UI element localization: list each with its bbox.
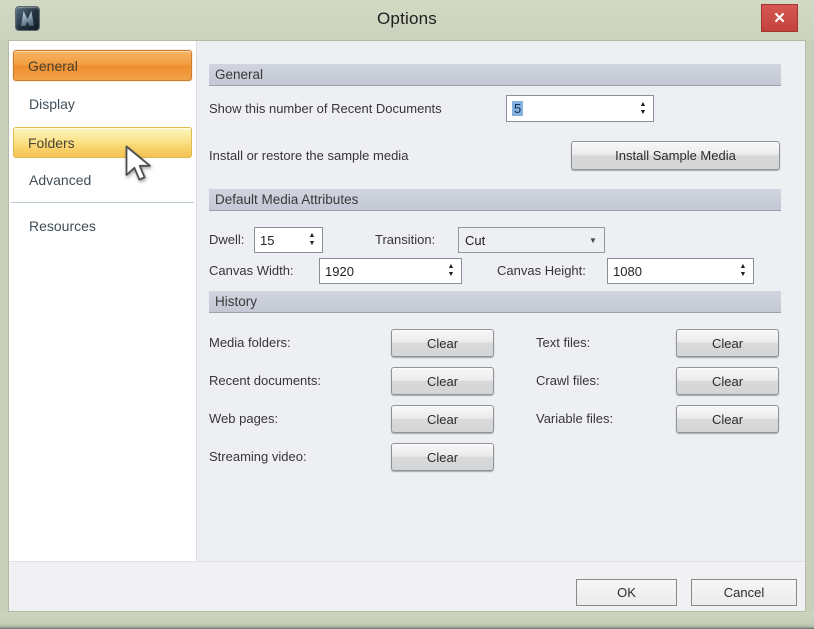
spinner-arrows: ▲ ▼ [633,101,653,117]
spinner-up-icon[interactable]: ▲ [309,232,316,240]
clear-media-folders-button[interactable]: Clear [391,329,494,357]
spinner-down-icon[interactable]: ▼ [640,109,647,117]
titlebar: Options ✕ [0,0,814,40]
section-header-label: Default Media Attributes [215,192,359,207]
canvas-width-spinner[interactable]: 1920 ▲ ▼ [319,258,462,284]
media-folders-label: Media folders: [209,335,291,350]
spinner-arrows: ▲ ▼ [733,263,753,279]
window-title: Options [377,9,437,28]
options-dialog: General Display Folders Advanced Resourc… [8,40,806,612]
clear-streaming-video-button[interactable]: Clear [391,443,494,471]
main-panel: General Show this number of Recent Docum… [197,41,805,561]
install-sample-media-button[interactable]: Install Sample Media [571,141,780,170]
close-icon: ✕ [773,10,786,27]
clear-recent-documents-button[interactable]: Clear [391,367,494,395]
spinner-arrows: ▲ ▼ [441,263,461,279]
dialog-footer: OK Cancel [9,561,805,611]
sidebar-item-label: Advanced [29,172,92,188]
dropdown-value: Cut [465,232,486,248]
sidebar-divider [11,202,194,203]
sidebar-item-label: Folders [28,134,75,151]
sidebar-item-display[interactable]: Display [13,89,192,119]
spinner-value: 1920 [325,263,354,279]
sidebar-item-label: Resources [29,218,96,234]
sidebar-item-label: Display [29,96,75,112]
section-header-history: History [209,291,781,313]
clear-web-pages-button[interactable]: Clear [391,405,494,433]
section-header-label: History [215,294,258,309]
text-files-label: Text files: [536,335,591,350]
spinner-value: 15 [260,232,275,248]
spinner-arrows: ▲ ▼ [302,232,322,248]
spinner-down-icon[interactable]: ▼ [448,271,455,279]
content-row: General Display Folders Advanced Resourc… [9,41,805,561]
spinner-value: 1080 [613,263,642,279]
dwell-spinner[interactable]: 15 ▲ ▼ [254,227,323,253]
chevron-down-icon: ▼ [589,235,597,245]
spinner-up-icon[interactable]: ▲ [448,263,455,271]
spinner-down-icon[interactable]: ▼ [740,271,747,279]
streaming-video-label: Streaming video: [209,449,307,464]
canvas-width-label: Canvas Width: [209,263,294,278]
sidebar-item-advanced[interactable]: Advanced [13,165,192,195]
recent-documents-spinner[interactable]: 5 ▲ ▼ [506,95,654,122]
section-header-label: General [215,67,264,82]
clear-crawl-files-button[interactable]: Clear [676,367,779,395]
variable-files-label: Variable files: [536,411,614,426]
close-button[interactable]: ✕ [761,4,798,32]
web-pages-label: Web pages: [209,411,279,426]
clear-variable-files-button[interactable]: Clear [676,405,779,433]
transition-dropdown[interactable]: Cut ▼ [458,227,605,253]
canvas-height-label: Canvas Height: [497,263,586,278]
section-header-general: General [209,64,781,86]
selected-text: 5 [512,101,524,116]
transition-label: Transition: [375,232,436,247]
recent-documents-history-label: Recent documents: [209,373,322,388]
spinner-up-icon[interactable]: ▲ [640,101,647,109]
spinner-value: 5 [507,101,633,116]
spinner-up-icon[interactable]: ▲ [740,263,747,271]
recent-documents-label: Show this number of Recent Documents [209,101,442,116]
sidebar-item-folders[interactable]: Folders [13,127,192,158]
sidebar-item-general[interactable]: General [13,50,192,81]
ok-button[interactable]: OK [576,579,677,606]
cancel-button[interactable]: Cancel [691,579,797,606]
sidebar-item-label: General [28,57,78,74]
window-bottom-frame [0,612,814,629]
sidebar-item-resources[interactable]: Resources [13,211,192,241]
crawl-files-label: Crawl files: [536,373,600,388]
section-header-media-attributes: Default Media Attributes [209,189,781,211]
dwell-label: Dwell: [209,232,245,247]
clear-text-files-button[interactable]: Clear [676,329,779,357]
sidebar: General Display Folders Advanced Resourc… [9,41,197,561]
spinner-down-icon[interactable]: ▼ [309,240,316,248]
sample-media-label: Install or restore the sample media [209,148,409,163]
canvas-height-spinner[interactable]: 1080 ▲ ▼ [607,258,754,284]
